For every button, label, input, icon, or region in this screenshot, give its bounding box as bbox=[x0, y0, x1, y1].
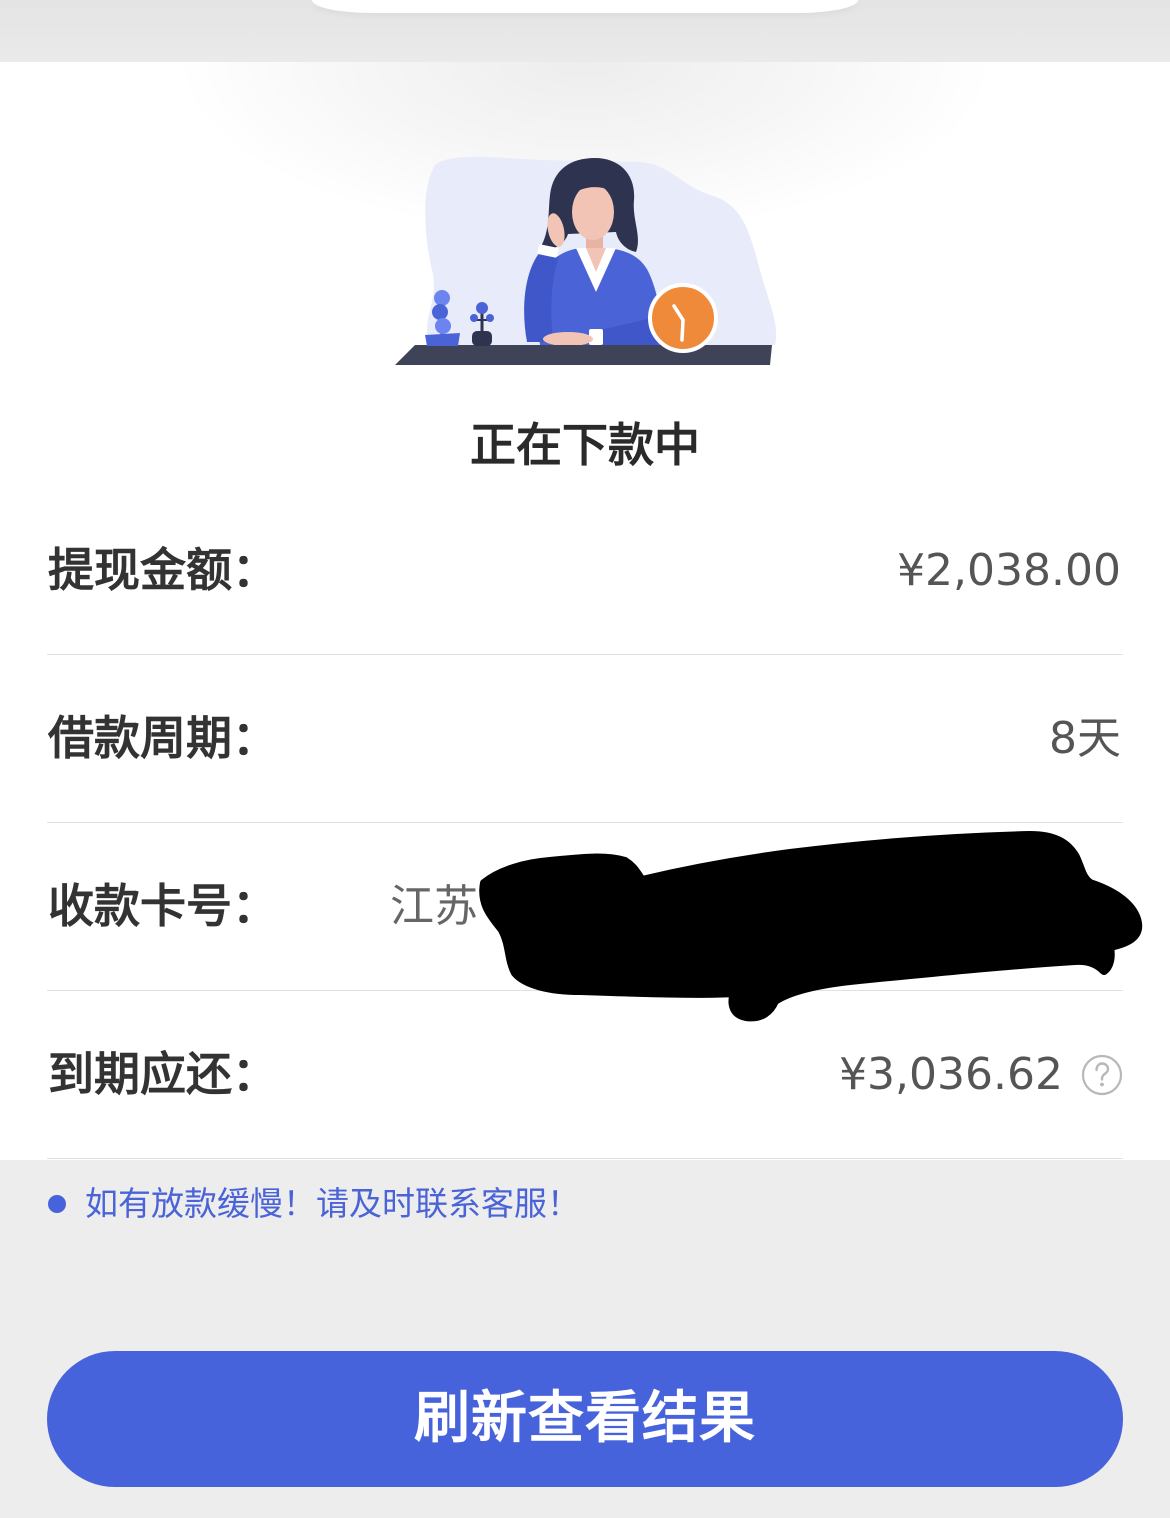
withdraw-amount-label: 提现金额： bbox=[48, 543, 278, 597]
plant-pot bbox=[472, 331, 492, 346]
plant-pot bbox=[425, 333, 460, 346]
plant-bud bbox=[486, 314, 494, 322]
status-card: 正在下款中 提现金额： ¥2,038.00 借款周期： 8天 收款卡号： 江苏 … bbox=[0, 62, 1170, 1160]
notice-text: 如有放款缓慢！请及时联系客服！ bbox=[85, 1184, 580, 1223]
loan-period-value: 8天 bbox=[1049, 713, 1121, 764]
detail-row-loan-period: 借款周期： 8天 bbox=[47, 655, 1123, 823]
question-circle-icon[interactable] bbox=[1081, 1054, 1123, 1096]
receiving-card-label: 收款卡号： bbox=[48, 879, 278, 933]
status-title: 正在下款中 bbox=[470, 418, 700, 472]
plant-leaf bbox=[434, 290, 450, 306]
redaction-scribble bbox=[479, 831, 1143, 1022]
detail-row-withdraw-amount: 提现金额： ¥2,038.00 bbox=[47, 487, 1123, 655]
slow-payout-notice: 如有放款缓慢！请及时联系客服！ bbox=[0, 1182, 1170, 1226]
face bbox=[572, 184, 614, 240]
refresh-result-button[interactable]: 刷新查看结果 bbox=[47, 1351, 1123, 1487]
loan-period-label: 借款周期： bbox=[48, 711, 278, 765]
amount-due-label: 到期应还： bbox=[48, 1047, 278, 1101]
desk bbox=[395, 345, 772, 365]
loan-details-list: 提现金额： ¥2,038.00 借款周期： 8天 收款卡号： 江苏 到期应还： … bbox=[47, 487, 1123, 1159]
dot-icon bbox=[48, 1195, 66, 1213]
plant-bud bbox=[470, 314, 478, 322]
plant-leaf bbox=[432, 304, 448, 320]
top-band bbox=[0, 0, 1170, 62]
resting-hand bbox=[543, 332, 593, 346]
withdraw-amount-value: ¥2,038.00 bbox=[897, 545, 1121, 596]
clock-icon bbox=[648, 283, 718, 353]
top-tab-shape bbox=[312, 0, 858, 13]
plant-leaf bbox=[435, 318, 451, 334]
waiting-illustration bbox=[395, 156, 777, 365]
receiving-card-value: 江苏 bbox=[390, 881, 478, 932]
plant-bud bbox=[476, 302, 488, 314]
loan-status-screen: 正在下款中 提现金额： ¥2,038.00 借款周期： 8天 收款卡号： 江苏 … bbox=[0, 0, 1170, 1518]
